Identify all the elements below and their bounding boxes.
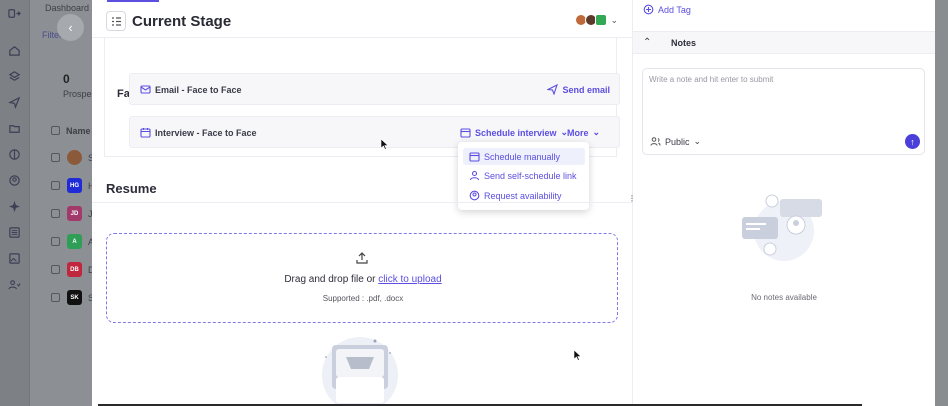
resume-title: Resume — [106, 181, 157, 196]
calendar-icon — [140, 127, 151, 138]
layers-icon — [7, 69, 21, 83]
avatar: SK — [67, 290, 82, 305]
plus-circle-icon — [643, 4, 654, 15]
row-checkbox — [51, 293, 60, 302]
notes-panel: Add Tag ⌃ Notes Public ⌄ ↑ No notes avai… — [633, 0, 935, 406]
home-icon — [7, 43, 21, 57]
more-label: More — [567, 127, 589, 138]
user-circle-icon — [469, 190, 480, 201]
users-icon — [7, 277, 21, 291]
chevron-down-icon: ⌄ — [610, 14, 618, 25]
calendar-icon — [469, 151, 480, 162]
visibility-label: Public — [665, 136, 690, 147]
background-edge — [935, 0, 948, 406]
user-icon — [469, 170, 480, 181]
send-icon — [7, 95, 21, 109]
calendar-icon — [460, 127, 471, 138]
schedule-interview-label: Schedule interview — [475, 127, 557, 138]
folder-icon — [7, 121, 21, 135]
divider — [92, 202, 633, 203]
resume-upload-dropzone[interactable]: Drag and drop file or click to upload Su… — [106, 233, 618, 323]
app-switch-icon — [7, 6, 21, 20]
note-input[interactable] — [649, 75, 919, 84]
avatar: A — [67, 234, 82, 249]
send-icon — [547, 84, 559, 95]
chevron-up-icon[interactable]: ⌃ — [643, 37, 651, 48]
candidate-drawer: Current Stage ⌄ Face to Face Email - Fac… — [92, 0, 633, 406]
row-checkbox — [51, 209, 60, 218]
collapse-drawer-button[interactable]: ‹ — [57, 14, 84, 41]
more-button[interactable]: More ⌄ — [567, 127, 600, 138]
visibility-select[interactable]: Public ⌄ — [650, 136, 701, 147]
avatar: JD — [67, 206, 82, 221]
email-row-text: Email - Face to Face — [155, 84, 242, 95]
circle-icon — [7, 147, 21, 161]
interview-row-text: Interview - Face to Face — [155, 127, 257, 138]
stage-card: Face to Face Email - Face to Face Send e… — [104, 38, 620, 157]
schedule-interview-button[interactable]: Schedule interview ⌄ — [460, 127, 568, 138]
select-all-checkbox — [51, 126, 60, 135]
empty-notes-text: No notes available — [751, 293, 817, 302]
email-row-label: Email - Face to Face — [140, 84, 242, 95]
row-checkbox — [51, 237, 60, 246]
stage-list-icon[interactable] — [106, 11, 126, 31]
list-icon — [7, 225, 21, 239]
mouse-cursor-icon — [381, 139, 389, 150]
name-column-header: Name — [66, 126, 91, 136]
email-row: Email - Face to Face Send email — [129, 73, 620, 105]
chevron-down-icon: ⌄ — [592, 127, 601, 137]
avatar — [67, 150, 82, 165]
send-email-button[interactable]: Send email — [547, 84, 610, 95]
avatar — [595, 14, 608, 26]
avatar: DB — [67, 262, 82, 277]
sparkle-icon — [7, 199, 21, 213]
assignee-avatars[interactable]: ⌄ — [575, 14, 618, 26]
menu-item-label: Request availability — [484, 190, 562, 201]
stat-value: 0 — [63, 72, 70, 86]
schedule-interview-menu: Schedule manually Send self-schedule lin… — [458, 142, 589, 210]
notes-title: Notes — [671, 38, 697, 48]
upload-instructions: Drag and drop file or click to upload — [107, 274, 619, 285]
row-checkbox — [51, 181, 60, 190]
image-icon — [7, 251, 21, 265]
row-checkbox — [51, 153, 60, 162]
add-tag-button[interactable]: Add Tag — [643, 4, 691, 15]
upload-icon — [355, 251, 369, 265]
background-content: Dashboard Filters 0 Prospe Name — [30, 0, 92, 406]
empty-inbox-illustration — [322, 337, 398, 406]
breadcrumb: Dashboard — [45, 3, 90, 13]
menu-item-label: Send self-schedule link — [484, 170, 577, 181]
users-icon — [650, 136, 661, 147]
row-checkbox — [51, 265, 60, 274]
add-tag-label: Add Tag — [658, 4, 691, 15]
mouse-cursor-icon — [574, 350, 582, 361]
supported-formats: Supported : .pdf, .docx — [322, 294, 404, 303]
menu-item-label: Schedule manually — [484, 151, 561, 162]
background-nav-rail — [0, 0, 30, 406]
click-to-upload-link[interactable]: click to upload — [378, 274, 441, 285]
user-circle-icon — [7, 173, 21, 187]
interview-row-label: Interview - Face to Face — [140, 127, 257, 138]
stat-label: Prospe — [63, 89, 92, 99]
menu-item-schedule-manually[interactable]: Schedule manually — [463, 148, 585, 165]
mail-icon — [140, 84, 151, 95]
chevron-down-icon: ⌄ — [693, 136, 702, 146]
stage-title: Current Stage — [132, 13, 232, 30]
stage-header: Current Stage ⌄ — [106, 8, 622, 36]
note-composer: Public ⌄ ↑ — [642, 68, 925, 155]
menu-item-send-self-schedule-link[interactable]: Send self-schedule link — [463, 167, 585, 184]
avatar: HG — [67, 178, 82, 193]
send-email-label: Send email — [562, 84, 610, 95]
notes-section-header[interactable]: ⌃ Notes — [633, 31, 935, 54]
active-tab-indicator — [107, 0, 159, 2]
drop-text: Drag and drop file or — [284, 274, 379, 285]
empty-notes-illustration — [742, 194, 822, 261]
submit-note-button[interactable]: ↑ — [905, 134, 920, 149]
